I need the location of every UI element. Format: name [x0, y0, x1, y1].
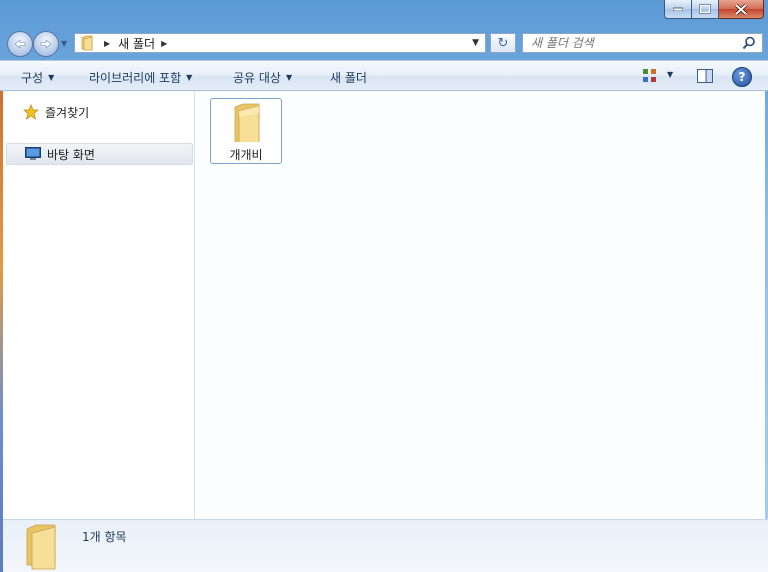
nav-item-desktop[interactable]: 바탕 화면 [6, 143, 193, 165]
breadcrumb-separator[interactable]: ▶ [161, 39, 167, 48]
chevron-down-icon[interactable]: ▼ [472, 38, 479, 48]
details-pane: 1개 항목 [3, 519, 768, 572]
folder-item-label: 개개비 [229, 148, 263, 162]
help-icon: ? [738, 70, 746, 84]
navigation-bar: ▼ ▶ 새 폴더 ▶ ▼ ↻ [0, 28, 768, 60]
back-button[interactable] [7, 31, 33, 57]
new-folder-button[interactable]: 새 폴더 [330, 69, 367, 86]
breadcrumb-separator[interactable]: ▶ [104, 39, 110, 48]
help-button[interactable]: ? [732, 67, 752, 87]
desktop-icon [25, 147, 41, 161]
star-icon [23, 104, 39, 120]
folder-icon [26, 524, 56, 570]
arrow-left-icon [14, 39, 26, 49]
forward-button[interactable] [33, 31, 59, 57]
nav-item-desktop-label: 바탕 화면 [47, 147, 95, 162]
command-bar: 구성 ▼ 라이브러리에 포함 ▼ 공유 대상 ▼ 새 폴더 ▼ ? [0, 60, 768, 91]
refresh-button[interactable]: ↻ [490, 33, 516, 53]
file-list[interactable]: 개개비 [195, 91, 765, 519]
view-options-dropdown[interactable]: ▼ [667, 70, 673, 79]
maximize-icon [699, 4, 711, 14]
include-in-library-menu[interactable]: 라이브러리에 포함 ▼ [89, 69, 192, 86]
share-with-label: 공유 대상 [233, 71, 281, 85]
refresh-icon: ↻ [497, 35, 509, 51]
folder-icon [80, 35, 94, 51]
search-box[interactable] [522, 33, 763, 53]
preview-pane-icon[interactable] [697, 69, 713, 83]
close-icon [735, 3, 747, 15]
recent-pages-dropdown[interactable]: ▼ [61, 39, 67, 48]
search-icon[interactable] [742, 36, 756, 50]
organize-label: 구성 [21, 71, 44, 85]
minimize-button[interactable] [664, 0, 692, 19]
nav-item-favorites-label: 즐겨찾기 [45, 105, 90, 120]
minimize-icon [673, 7, 683, 11]
search-input[interactable] [523, 35, 743, 51]
share-with-menu[interactable]: 공유 대상 ▼ [233, 69, 292, 86]
navigation-pane: 즐겨찾기 바탕 화면 [3, 91, 195, 519]
breadcrumb-current[interactable]: 새 폴더 [118, 35, 155, 52]
arrow-right-icon [40, 39, 52, 49]
include-in-library-label: 라이브러리에 포함 [89, 71, 182, 85]
item-count: 1개 항목 [82, 530, 127, 544]
close-button[interactable] [719, 0, 764, 19]
organize-menu[interactable]: 구성 ▼ [21, 69, 54, 86]
nav-item-favorites[interactable]: 즐겨찾기 [23, 101, 89, 123]
caption-buttons [664, 0, 764, 19]
address-bar[interactable]: ▶ 새 폴더 ▶ ▼ [74, 33, 486, 53]
folder-icon [234, 103, 260, 142]
maximize-button[interactable] [692, 0, 719, 19]
folder-item[interactable]: 개개비 [210, 98, 282, 164]
change-view-icon[interactable] [642, 68, 658, 84]
